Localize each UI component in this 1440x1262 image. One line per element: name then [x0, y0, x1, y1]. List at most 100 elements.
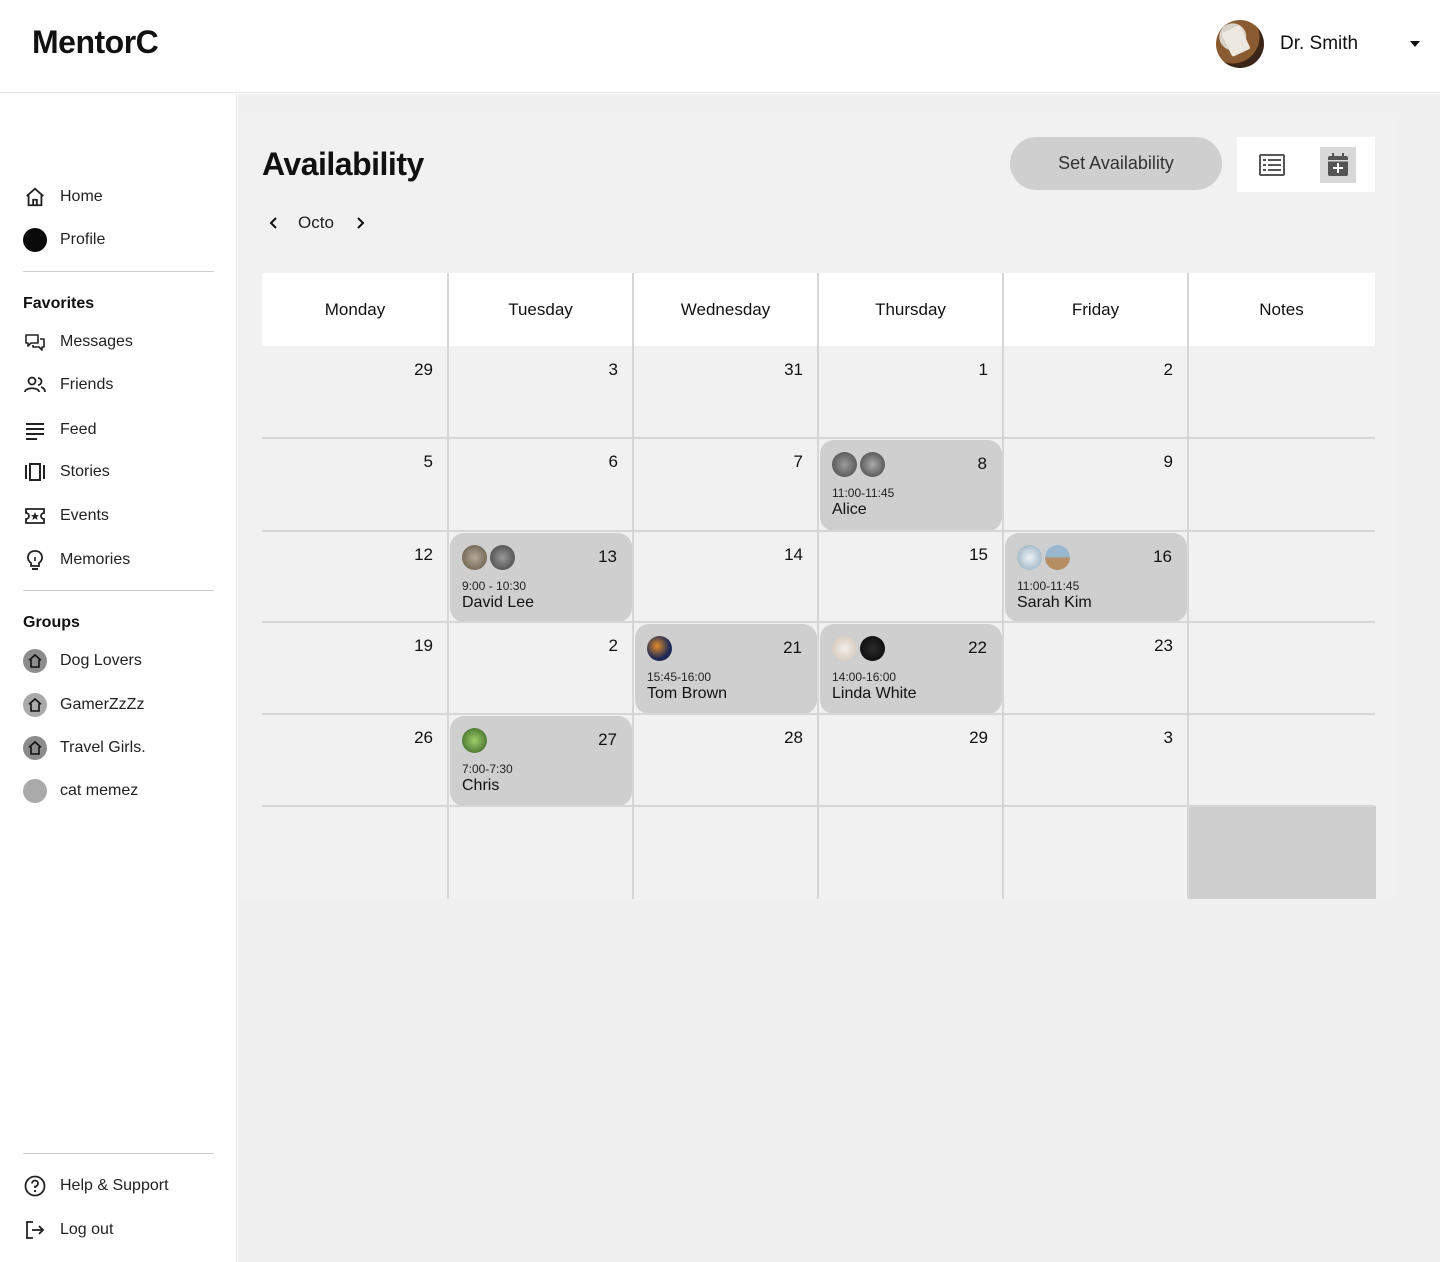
sidebar-item-label: Friends: [60, 376, 114, 393]
stories-icon: [23, 460, 47, 484]
day-number: 9: [1163, 452, 1173, 471]
day-cell[interactable]: 29: [262, 346, 448, 438]
view-toggle: [1237, 137, 1375, 192]
sidebar-item-label: Log out: [60, 1221, 114, 1238]
sidebar-item-label: Home: [60, 188, 103, 205]
sidebar-item-events[interactable]: Events: [23, 501, 109, 531]
day-number: 14: [784, 545, 803, 564]
chevron-right-icon[interactable]: [348, 211, 372, 235]
attendee-avatar[interactable]: [1045, 545, 1070, 570]
sidebar-group-dog-lovers[interactable]: Dog Lovers: [23, 646, 142, 676]
appointment-card[interactable]: 16 11:00-11:45 Sarah Kim: [1005, 533, 1187, 622]
appointment-card[interactable]: 13 9:00 - 10:30 David Lee: [450, 533, 632, 622]
sidebar-item-label: Feed: [60, 421, 97, 438]
attendee-avatar[interactable]: [860, 636, 885, 661]
day-number: 5: [423, 452, 433, 471]
home-icon: [23, 185, 47, 209]
day-cell[interactable]: 31: [633, 346, 818, 438]
day-cell[interactable]: 3: [1003, 714, 1188, 806]
sidebar-item-friends[interactable]: Friends: [23, 370, 113, 400]
sidebar-item-home[interactable]: Home: [23, 182, 103, 212]
attendee-avatar[interactable]: [462, 545, 487, 570]
sidebar-group-gamerzzzz[interactable]: GamerZzZz: [23, 690, 144, 720]
notes-cell-filled: [1188, 806, 1376, 899]
top-header: MentorC Dr. Smith: [0, 0, 1440, 93]
appointment-card[interactable]: 22 14:00-16:00 Linda White: [820, 624, 1002, 714]
attendee-avatar[interactable]: [462, 728, 487, 753]
day-cell[interactable]: 14: [633, 531, 818, 622]
sidebar-item-label: GamerZzZz: [60, 696, 145, 713]
sidebar-item-label: Stories: [60, 463, 110, 480]
sidebar-item-memories[interactable]: Memories: [23, 545, 130, 575]
attendee-avatar[interactable]: [490, 545, 515, 570]
day-cell[interactable]: 26: [262, 714, 448, 806]
sidebar-item-label: Events: [60, 507, 109, 524]
attendee-avatars: [832, 452, 885, 477]
grid-line: [262, 437, 1375, 439]
day-number: 29: [414, 360, 433, 379]
appointment-time: 7:00-7:30: [462, 762, 513, 776]
page-title: Availability: [262, 146, 424, 182]
user-avatar[interactable]: [1216, 20, 1264, 68]
day-cell[interactable]: 5: [262, 438, 448, 531]
calendar-grid: Monday Tuesday Wednesday Thursday Friday Note…: [262, 273, 1376, 899]
sidebar-group-travel-girls[interactable]: Travel Girls.: [23, 733, 146, 763]
appointment-name: Sarah Kim: [1017, 594, 1092, 611]
day-number: 7: [793, 452, 803, 471]
app-logo[interactable]: MentorC: [32, 24, 159, 61]
user-menu[interactable]: Dr. Smith: [1216, 20, 1420, 68]
logout-icon: [23, 1218, 47, 1242]
day-number: 13: [598, 547, 617, 566]
day-cell[interactable]: 6: [448, 438, 633, 531]
sidebar-group-cat-memez[interactable]: cat memez: [23, 776, 138, 806]
list-view-icon[interactable]: [1254, 147, 1290, 183]
appointment-card[interactable]: 27 7:00-7:30 Chris: [450, 716, 632, 806]
day-cell[interactable]: 9: [1003, 438, 1188, 531]
attendee-avatar[interactable]: [1017, 545, 1042, 570]
day-cell[interactable]: 3: [448, 346, 633, 438]
attendee-avatar[interactable]: [832, 636, 857, 661]
day-cell[interactable]: 19: [262, 622, 448, 714]
day-cell[interactable]: 29: [818, 714, 1003, 806]
appointment-name: Chris: [462, 777, 500, 794]
month-label: Octo: [298, 213, 334, 232]
friends-icon: [23, 373, 47, 397]
attendee-avatar[interactable]: [860, 452, 885, 477]
attendee-avatar[interactable]: [832, 452, 857, 477]
sidebar-item-profile[interactable]: Profile: [23, 225, 105, 255]
grid-line: [262, 530, 1375, 532]
sidebar-item-logout[interactable]: Log out: [23, 1215, 113, 1245]
user-name[interactable]: Dr. Smith: [1280, 33, 1402, 55]
day-cell[interactable]: 28: [633, 714, 818, 806]
sidebar-item-messages[interactable]: Messages: [23, 327, 133, 357]
groups-title: Groups: [23, 614, 80, 631]
appointment-card[interactable]: 8 11:00-11:45 Alice: [820, 440, 1002, 531]
group-avatar-icon: [23, 779, 47, 803]
attendee-avatars: [832, 636, 885, 661]
attendee-avatar[interactable]: [647, 636, 672, 661]
day-cell[interactable]: 7: [633, 438, 818, 531]
day-cell[interactable]: 15: [818, 531, 1003, 622]
sidebar-item-stories[interactable]: Stories: [23, 457, 110, 487]
sidebar-item-help[interactable]: Help & Support: [23, 1171, 169, 1201]
appointment-card[interactable]: 21 15:45-16:00 Tom Brown: [635, 624, 817, 714]
appointment-time: 15:45-16:00: [647, 670, 712, 684]
chevron-left-icon[interactable]: [262, 211, 286, 235]
day-cell[interactable]: 23: [1003, 622, 1188, 714]
chevron-down-icon[interactable]: [1410, 41, 1420, 47]
calendar-add-icon[interactable]: [1320, 147, 1356, 183]
day-cell[interactable]: 2: [1003, 346, 1188, 438]
sidebar-item-label: Help & Support: [60, 1177, 169, 1194]
day-cell[interactable]: 1: [818, 346, 1003, 438]
day-cell[interactable]: 2: [448, 622, 633, 714]
set-availability-button[interactable]: Set Availability: [1010, 137, 1222, 190]
grid-line: [262, 713, 1375, 715]
day-cell[interactable]: 12: [262, 531, 448, 622]
day-number: 6: [608, 452, 618, 471]
sidebar-item-label: Messages: [60, 333, 133, 350]
appointment-time: 11:00-11:45: [832, 486, 895, 500]
attendee-avatars: [1017, 545, 1070, 570]
sidebar-item-feed[interactable]: Feed: [23, 415, 96, 445]
sidebar-item-label: cat memez: [60, 782, 139, 799]
group-home-icon: [23, 693, 47, 717]
